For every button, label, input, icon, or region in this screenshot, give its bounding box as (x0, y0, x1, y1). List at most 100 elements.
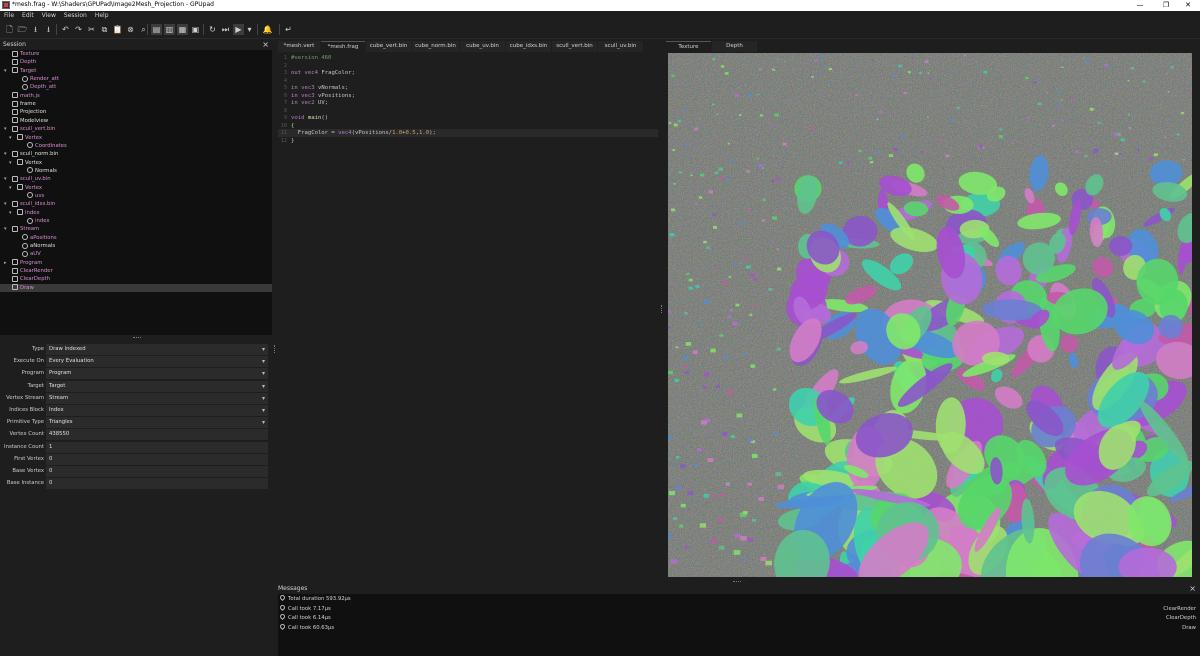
editor-tab[interactable]: scull_vert.bin (552, 41, 597, 52)
tree-item[interactable]: Depth (0, 58, 272, 66)
editor-tab[interactable]: cube_norm.bin (412, 41, 459, 52)
property-input[interactable]: 0 (46, 453, 268, 465)
redo-icon[interactable]: ↷ (73, 24, 84, 35)
line-number: 1 (283, 55, 287, 61)
render-preview[interactable] (668, 53, 1192, 577)
bell-icon[interactable]: 🔔 (262, 24, 273, 35)
property-select[interactable]: Triangles (46, 417, 268, 429)
expand-arrow-icon[interactable]: ▾ (4, 67, 7, 75)
delete-icon[interactable]: ⊗ (125, 24, 136, 35)
property-select[interactable]: Target (46, 380, 268, 392)
panel-splitter[interactable] (272, 40, 277, 656)
close-icon[interactable]: × (1189, 584, 1196, 593)
tree-item[interactable]: ▾ Vertex (0, 184, 272, 192)
palette-icon[interactable]: ▦ (177, 24, 188, 35)
tree-item[interactable]: Normals (0, 167, 272, 175)
tree-item[interactable]: uvs (0, 192, 272, 200)
property-select[interactable]: Index (46, 405, 268, 416)
save-all-icon[interactable]: ⭳ (43, 24, 54, 35)
property-select[interactable]: Program (46, 368, 268, 380)
expand-arrow-icon[interactable]: ▾ (9, 159, 12, 167)
screenshot-icon[interactable]: ▣ (190, 24, 201, 35)
auto-layout-icon[interactable]: ▤ (151, 24, 162, 35)
new-file-icon[interactable]: 🗋 (4, 24, 15, 35)
panel-splitter[interactable] (658, 40, 666, 580)
tree-item[interactable]: Coordinates (0, 142, 272, 150)
tree-item[interactable]: math.js (0, 92, 272, 100)
tree-item[interactable]: Depth_att (0, 83, 272, 91)
open-file-icon[interactable]: 🗁 (17, 24, 28, 35)
close-icon[interactable]: ✕ (1176, 0, 1200, 11)
expand-arrow-icon[interactable]: ▾ (4, 200, 7, 208)
property-input[interactable]: 0 (46, 466, 268, 477)
tree-item[interactable]: ▸ Program (0, 259, 272, 267)
tree-item[interactable]: Texture (0, 50, 272, 58)
tree-item[interactable]: Projection (0, 108, 272, 116)
menu-view[interactable]: View (38, 11, 60, 21)
tree-item[interactable]: frame (0, 100, 272, 108)
tree-item[interactable]: ▾ scull_vert.bin (0, 125, 272, 133)
return-icon[interactable]: ↵ (283, 24, 294, 35)
sync-icon[interactable]: ▥ (164, 24, 175, 35)
menu-help[interactable]: Help (91, 11, 113, 21)
expand-arrow-icon[interactable]: ▾ (4, 125, 7, 133)
expand-arrow-icon[interactable]: ▾ (4, 150, 7, 158)
minimize-icon[interactable]: — (1128, 0, 1152, 11)
tree-item[interactable]: ▾ Vertex (0, 159, 272, 167)
tree-item[interactable]: ▾ Vertex (0, 134, 272, 142)
undo-icon[interactable]: ↶ (60, 24, 71, 35)
window-titlebar: *mesh.frag - W:\Shaders\GPUPad\Image2Mes… (0, 0, 1200, 11)
cut-icon[interactable]: ✂ (86, 24, 97, 35)
property-input[interactable]: 438550 (46, 429, 268, 441)
tree-item[interactable]: aNormals (0, 242, 272, 250)
menu-file[interactable]: File (0, 11, 18, 21)
dropdown-icon[interactable]: ▾ (244, 24, 255, 35)
paste-icon[interactable]: 📋 (112, 24, 123, 35)
maximize-icon[interactable]: ❐ (1154, 0, 1178, 11)
save-icon[interactable]: ⭳ (30, 24, 41, 35)
expand-arrow-icon[interactable]: ▾ (9, 209, 12, 217)
play-icon[interactable]: ▶ (233, 24, 244, 35)
editor-tab[interactable]: scull_uv.bin (598, 41, 643, 52)
tree-item[interactable]: ▾ Index (0, 209, 272, 217)
menu-edit[interactable]: Edit (18, 11, 38, 21)
expand-arrow-icon[interactable]: ▾ (9, 184, 12, 192)
property-input[interactable]: 1 (46, 441, 268, 453)
copy-icon[interactable]: ⧉ (99, 24, 110, 35)
tree-item[interactable]: Draw (0, 283, 272, 292)
tree-item[interactable]: ClearRender (0, 267, 272, 275)
close-icon[interactable]: × (262, 40, 269, 49)
menu-session[interactable]: Session (60, 11, 91, 21)
editor-tab[interactable]: *mesh.vert (278, 41, 320, 52)
property-select[interactable]: Every Evaluation (46, 356, 268, 368)
expand-arrow-icon[interactable]: ▸ (4, 259, 7, 267)
tree-item[interactable]: ▾ Target (0, 67, 272, 75)
tree-item[interactable]: Render_att (0, 75, 272, 83)
expand-arrow-icon[interactable]: ▾ (9, 134, 12, 142)
editor-tab[interactable]: cube_idxs.bin (506, 41, 551, 52)
property-select[interactable]: Stream (46, 392, 268, 404)
expand-arrow-icon[interactable]: ▾ (4, 225, 7, 233)
tree-item[interactable]: aUV (0, 250, 272, 258)
step-icon[interactable]: ⏭ (220, 24, 231, 35)
tree-item[interactable]: ▾ scull_uv.bin (0, 175, 272, 183)
preview-tab-texture[interactable]: Texture (666, 41, 711, 53)
preview-tab-depth[interactable]: Depth (712, 41, 757, 52)
tree-item[interactable]: index (0, 217, 272, 225)
property-input[interactable]: 0 (46, 478, 268, 490)
expand-arrow-icon[interactable]: ▾ (4, 175, 7, 183)
tree-item[interactable]: ▾ scull_idxs.bin (0, 200, 272, 208)
property-select[interactable]: Draw Indexed (46, 344, 268, 355)
link-icon (27, 217, 33, 224)
session-tree[interactable]: Texture Depth ▾ Target Render_att Depth_att ma… (0, 50, 272, 335)
editor-tab[interactable]: cube_uv.bin (460, 41, 505, 52)
tree-item[interactable]: ClearDepth (0, 275, 272, 283)
toolbar-separator (56, 24, 57, 35)
tree-item[interactable]: aPositions (0, 234, 272, 242)
tree-item[interactable]: Modelview (0, 117, 272, 125)
tree-item[interactable]: ▾ scull_norm.bin (0, 150, 272, 158)
tree-item[interactable]: ▾ Stream (0, 225, 272, 233)
editor-tab[interactable]: cube_vert.bin (366, 41, 411, 52)
code-editor[interactable]: 1 #version 460 2 3 out vec4 FragColor; 4 5 in v… (278, 52, 658, 580)
reload-icon[interactable]: ↻ (207, 24, 218, 35)
